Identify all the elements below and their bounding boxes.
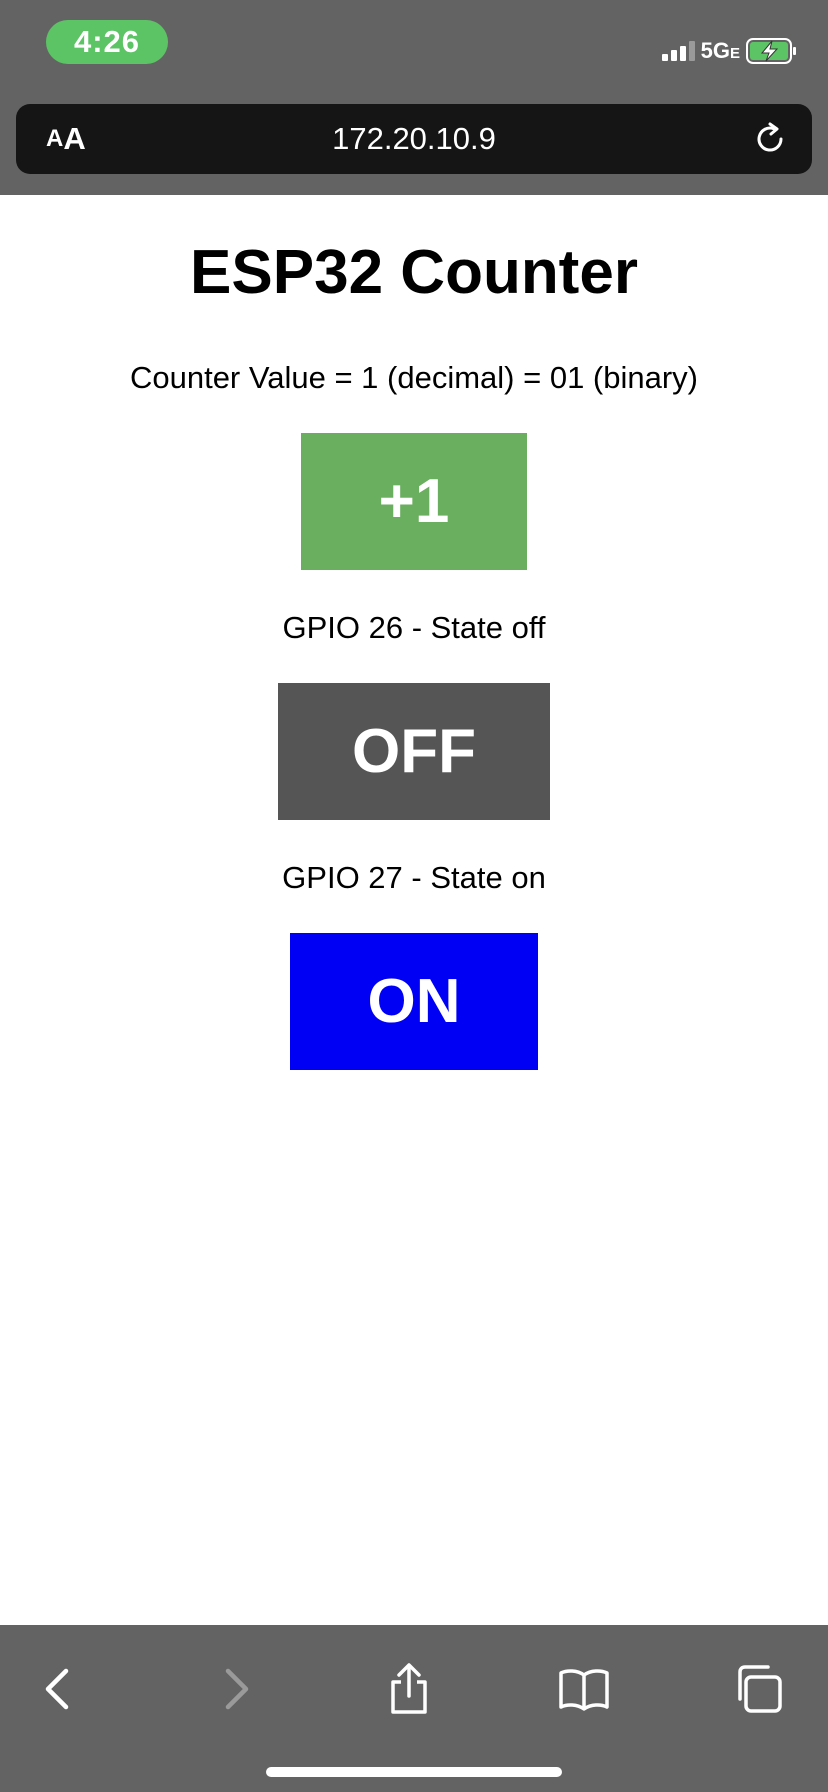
- increment-button[interactable]: +1: [301, 433, 527, 570]
- gpio27-on-button[interactable]: ON: [290, 933, 538, 1070]
- browser-top-chrome: 4:26 5GE AA 172.20.10.9: [0, 0, 828, 195]
- page-title: ESP32 Counter: [190, 238, 638, 307]
- counter-value-text: Counter Value = 1 (decimal) = 01 (binary…: [129, 360, 699, 395]
- network-label: 5G: [700, 38, 730, 63]
- url-text[interactable]: 172.20.10.9: [16, 104, 812, 174]
- status-indicators: 5GE: [661, 36, 798, 66]
- address-bar[interactable]: AA 172.20.10.9: [16, 104, 812, 174]
- home-indicator[interactable]: [266, 1767, 562, 1777]
- gpio27-state-text: GPIO 27 - State on: [282, 860, 546, 895]
- browser-bottom-toolbar: [0, 1625, 828, 1792]
- share-icon: [391, 1663, 427, 1714]
- battery-charging-icon: [746, 38, 796, 64]
- share-button[interactable]: [379, 1659, 439, 1719]
- forward-icon: [225, 1668, 249, 1710]
- network-suffix: E: [729, 45, 740, 62]
- tabs-button[interactable]: [728, 1659, 788, 1719]
- forward-button[interactable]: [206, 1659, 266, 1719]
- cellular-signal-icon: [661, 41, 695, 61]
- reload-icon[interactable]: [752, 121, 788, 157]
- bookmarks-button[interactable]: [554, 1659, 614, 1719]
- back-button[interactable]: [28, 1659, 88, 1719]
- network-type: 5GE: [701, 38, 740, 64]
- tabs-icon: [738, 1665, 782, 1713]
- back-icon: [45, 1668, 69, 1710]
- bookmarks-icon: [559, 1669, 609, 1711]
- gpio26-state-text: GPIO 26 - State off: [282, 610, 546, 645]
- status-time: 4:26: [46, 20, 168, 64]
- gpio26-off-button[interactable]: OFF: [278, 683, 550, 820]
